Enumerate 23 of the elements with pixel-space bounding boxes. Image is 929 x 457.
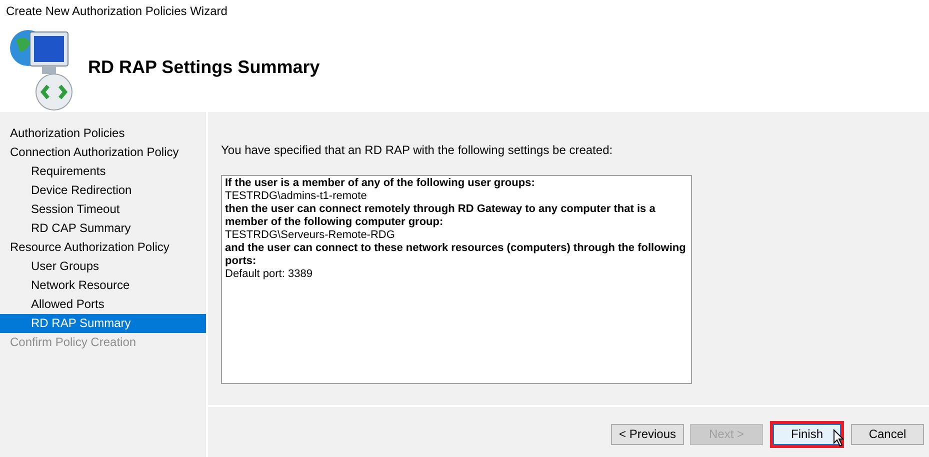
- mouse-pointer-icon: [833, 429, 845, 447]
- page-title: RD RAP Settings Summary: [88, 56, 320, 79]
- nav-item[interactable]: Session Timeout: [0, 200, 206, 219]
- summary-heading: then the user can connect remotely through RD Gateway to any computer that is a member of the following computer group:: [225, 203, 656, 229]
- summary-value: TESTRDG\admins-t1-remote: [225, 190, 368, 203]
- nav-item[interactable]: RD RAP Summary: [0, 314, 206, 333]
- wizard-button[interactable]: Cancel: [851, 424, 924, 444]
- nav-item[interactable]: Device Redirection: [0, 181, 206, 200]
- summary-value: TESTRDG\Serveurs-Remote-RDG: [225, 229, 396, 242]
- wizard-button[interactable]: < Previous: [611, 424, 684, 444]
- summary-heading: and the user can connect to these network resources (computers) through the following ports:: [225, 242, 687, 268]
- nav-item[interactable]: RD CAP Summary: [0, 219, 206, 238]
- window-title: Create New Authorization Policies Wizard: [6, 3, 228, 20]
- intro-text: You have specified that an RD RAP with the following settings be created:: [221, 142, 614, 159]
- nav-item[interactable]: Requirements: [0, 162, 206, 181]
- nav-item[interactable]: User Groups: [0, 257, 206, 276]
- summary-heading: If the user is a member of any of the following user groups:: [225, 177, 536, 190]
- nav-item[interactable]: Network Resource: [0, 276, 206, 295]
- nav-item[interactable]: Connection Authorization Policy: [0, 143, 206, 162]
- nav-item[interactable]: Resource Authorization Policy: [0, 238, 206, 257]
- nav-item[interactable]: Allowed Ports: [0, 295, 206, 314]
- summary-value: Default port: 3389: [225, 268, 314, 281]
- nav-item[interactable]: Authorization Policies: [0, 124, 206, 143]
